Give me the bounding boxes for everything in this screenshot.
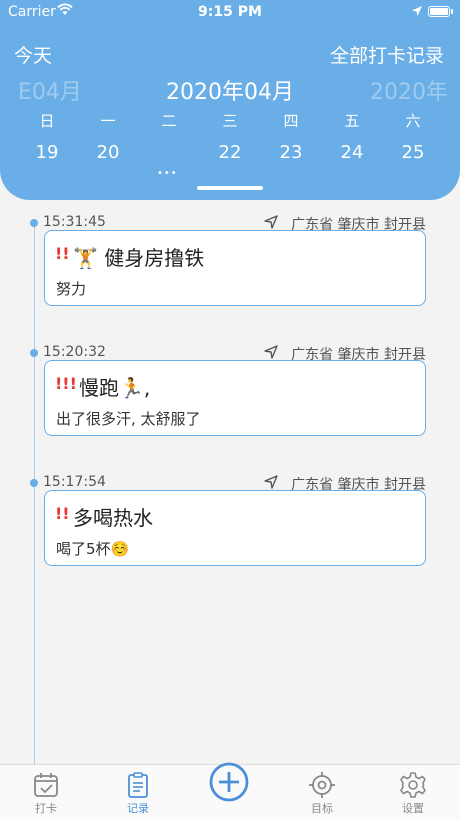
record-time: 15:17:54 xyxy=(43,474,106,490)
selected-date-dots: ••• xyxy=(157,168,178,179)
tab-settings-label: 设置 xyxy=(402,802,424,815)
date-cell[interactable]: 25 xyxy=(383,142,443,163)
timeline-dot xyxy=(30,219,38,227)
tab-checkin[interactable]: 打卡 xyxy=(16,765,76,819)
record-time: 15:31:45 xyxy=(43,214,106,230)
next-month-label[interactable]: 2020年 xyxy=(370,74,448,106)
target-icon xyxy=(309,772,335,798)
status-time: 9:15 PM xyxy=(198,4,262,20)
date-cell[interactable]: 23 xyxy=(261,142,321,163)
weekday-label: 五 xyxy=(344,112,360,130)
tab-bar: 打卡 记录 目标 设置 xyxy=(0,761,460,819)
record-title: 🏋 健身房撸铁 xyxy=(73,246,205,270)
weekday-row: 日 一 二 三 四 五 六 xyxy=(17,110,443,131)
clipboard-icon xyxy=(128,772,148,798)
calendar-check-icon xyxy=(34,773,58,797)
status-bar: Carrier 9:15 PM xyxy=(0,0,460,24)
gear-icon xyxy=(400,772,426,798)
date-cell[interactable]: 19 xyxy=(17,142,77,163)
date-cell[interactable]: 20 xyxy=(78,142,138,163)
record-note: 出了很多汗, 太舒服了 xyxy=(56,410,201,428)
battery-icon xyxy=(428,6,453,17)
tab-settings[interactable]: 设置 xyxy=(383,765,443,819)
tab-checkin-label: 打卡 xyxy=(35,802,57,815)
priority-mark: !!! xyxy=(55,374,77,393)
date-row: 19 20 21 22 23 24 25 xyxy=(17,136,443,166)
weekday-label: 二 xyxy=(161,112,177,130)
location-icon xyxy=(264,215,278,229)
weekday-label: 一 xyxy=(100,112,116,130)
location-icon xyxy=(264,475,278,489)
tab-goals-label: 目标 xyxy=(311,802,333,815)
timeline-dot xyxy=(30,349,38,357)
record-card[interactable]: !!! 慢跑🏃, 出了很多汗, 太舒服了 xyxy=(44,360,426,436)
record-card[interactable]: !! 🏋 健身房撸铁 努力 xyxy=(44,230,426,306)
timeline-dot xyxy=(30,479,38,487)
tab-records[interactable]: 记录 xyxy=(108,765,168,819)
record-time: 15:20:32 xyxy=(43,344,106,360)
weekday-label: 日 xyxy=(39,112,55,130)
location-icon xyxy=(264,345,278,359)
priority-mark: !! xyxy=(55,244,70,263)
priority-mark: !! xyxy=(55,504,70,523)
record-title: 多喝热水 xyxy=(73,506,153,530)
add-record-button[interactable] xyxy=(208,761,250,803)
tab-goals[interactable]: 目标 xyxy=(292,765,352,819)
record-card[interactable]: !! 多喝热水 喝了5杯☺️ xyxy=(44,490,426,566)
all-records-button[interactable]: 全部打卡记录 xyxy=(330,41,444,68)
date-cell-selected[interactable]: 21 xyxy=(139,136,199,166)
collapse-handle[interactable] xyxy=(197,186,263,190)
header: Carrier 9:15 PM 今天 全部打卡记录 E04月 2020年04月 … xyxy=(0,0,460,200)
weekday-label: 六 xyxy=(405,112,421,130)
tab-records-label: 记录 xyxy=(127,802,149,815)
record-note: 喝了5杯☺️ xyxy=(56,540,130,558)
weekday-label: 四 xyxy=(283,112,299,130)
date-cell[interactable]: 22 xyxy=(200,142,260,163)
record-note: 努力 xyxy=(56,280,87,298)
timeline-line xyxy=(34,220,35,765)
location-arrow-icon xyxy=(412,6,422,16)
record-title: 慢跑🏃, xyxy=(79,376,151,400)
date-cell[interactable]: 24 xyxy=(322,142,382,163)
today-button[interactable]: 今天 xyxy=(14,41,52,68)
weekday-label: 三 xyxy=(222,112,238,130)
